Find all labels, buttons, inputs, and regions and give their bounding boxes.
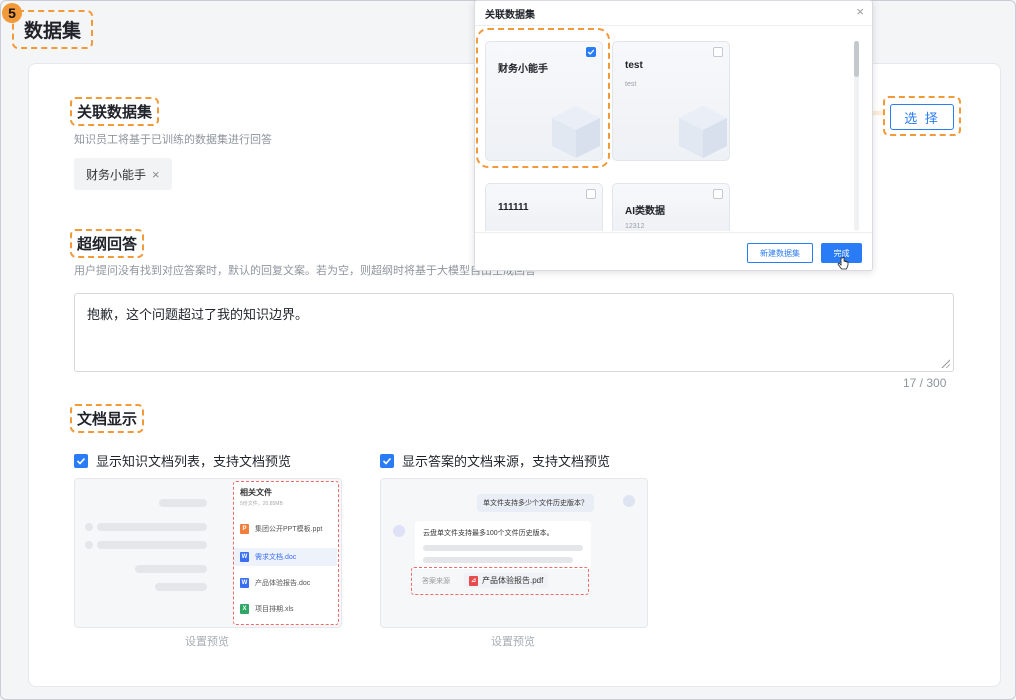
doc-source-option-label: 显示答案的文档来源，支持文档预览 [402, 454, 611, 469]
select-button[interactable]: 选 择 [890, 104, 954, 130]
fallback-text: 抱歉，这个问题超过了我的知识边界。 [87, 307, 309, 322]
doc-file-icon: W [240, 552, 249, 562]
answer-source-box: 答案来源 ⊿ 产品体验报告.pdf [411, 567, 589, 595]
step-badge: 5 [2, 3, 22, 23]
file-item[interactable]: X 项目排期.xls [240, 604, 294, 614]
linked-datasets-desc: 知识员工将基于已训练的数据集进行回答 [74, 134, 272, 146]
doc-list-preview: 相关文件 5份文件，20.85MB P 集团公开PPT模板.ppt W 需求文档… [74, 478, 342, 628]
dataset-card[interactable]: AI类数据 12312 [612, 183, 730, 231]
modal-title: 关联数据集 [485, 10, 535, 21]
doc-list-option-label: 显示知识文档列表，支持文档预览 [96, 454, 292, 469]
doc-source-option[interactable]: 显示答案的文档来源，支持文档预览 [380, 451, 610, 470]
answer-source-label: 答案来源 [422, 578, 450, 585]
dataset-tag-label: 财务小能手 [86, 167, 147, 182]
tag-close-icon[interactable]: × [152, 167, 160, 182]
related-files-title: 相关文件 [240, 488, 272, 497]
fallback-title: 超纲回答 [70, 229, 145, 258]
doc-list-option[interactable]: 显示知识文档列表，支持文档预览 [74, 451, 291, 470]
file-item[interactable]: W 产品体验报告.doc [240, 578, 310, 588]
bot-avatar [393, 525, 405, 537]
answer-text: 云盘单文件支持最多100个文件历史版本。 [423, 530, 554, 537]
checkbox-icon[interactable] [713, 47, 723, 57]
doc-source-preview: 单文件支持多少个文件历史版本？ 云盘单文件支持最多100个文件历史版本。 答案来… [380, 478, 648, 628]
selected-card-highlight [476, 28, 610, 168]
fallback-desc: 用户提问没有找到对应答案时，默认的回复文案。若为空，则超纲时将基于大模型自由生成… [74, 265, 536, 277]
checkbox-checked-icon[interactable] [380, 453, 394, 468]
cube-icon [679, 106, 727, 158]
linked-datasets-title: 关联数据集 [70, 97, 160, 126]
source-file-chip[interactable]: ⊿ 产品体验报告.pdf [464, 573, 549, 588]
dataset-card[interactable]: test test [612, 41, 730, 161]
xls-file-icon: X [240, 604, 249, 614]
scrollbar-thumb[interactable] [854, 41, 859, 77]
doc-display-title: 文档显示 [70, 404, 145, 433]
dataset-modal: 关联数据集 × 财务小能手 test test 111111 AI类数据 123… [474, 0, 873, 271]
preview-caption: 设置预览 [185, 636, 229, 648]
related-files-panel: 相关文件 5份文件，20.85MB P 集团公开PPT模板.ppt W 需求文档… [233, 481, 339, 625]
file-item[interactable]: P 集团公开PPT模板.ppt [240, 524, 322, 534]
pdf-file-icon: ⊿ [469, 575, 478, 586]
dataset-tag: 财务小能手 × [74, 158, 172, 190]
user-avatar [623, 495, 635, 507]
checkbox-icon[interactable] [713, 189, 723, 199]
fallback-textarea[interactable]: 抱歉，这个问题超过了我的知识边界。 [74, 293, 954, 372]
hand-cursor-icon [837, 257, 849, 270]
dataset-card[interactable]: 111111 [485, 183, 603, 231]
modal-scrollbar[interactable] [854, 41, 859, 231]
preview-caption: 设置预览 [491, 636, 535, 648]
ppt-file-icon: P [240, 524, 249, 534]
page-title: 数据集 [12, 10, 94, 49]
new-dataset-button[interactable]: 新建数据集 [747, 243, 813, 263]
question-bubble: 单文件支持多少个文件历史版本？ [477, 494, 594, 512]
file-item[interactable]: W 需求文档.doc [234, 548, 337, 566]
related-files-sub: 5份文件，20.85MB [240, 501, 283, 507]
checkbox-icon[interactable] [586, 189, 596, 199]
resize-grip-icon[interactable] [940, 358, 950, 368]
doc-file-icon: W [240, 578, 249, 588]
checkbox-checked-icon[interactable] [74, 453, 88, 468]
char-counter: 17 / 300 [903, 376, 947, 390]
close-icon[interactable]: × [856, 4, 864, 19]
